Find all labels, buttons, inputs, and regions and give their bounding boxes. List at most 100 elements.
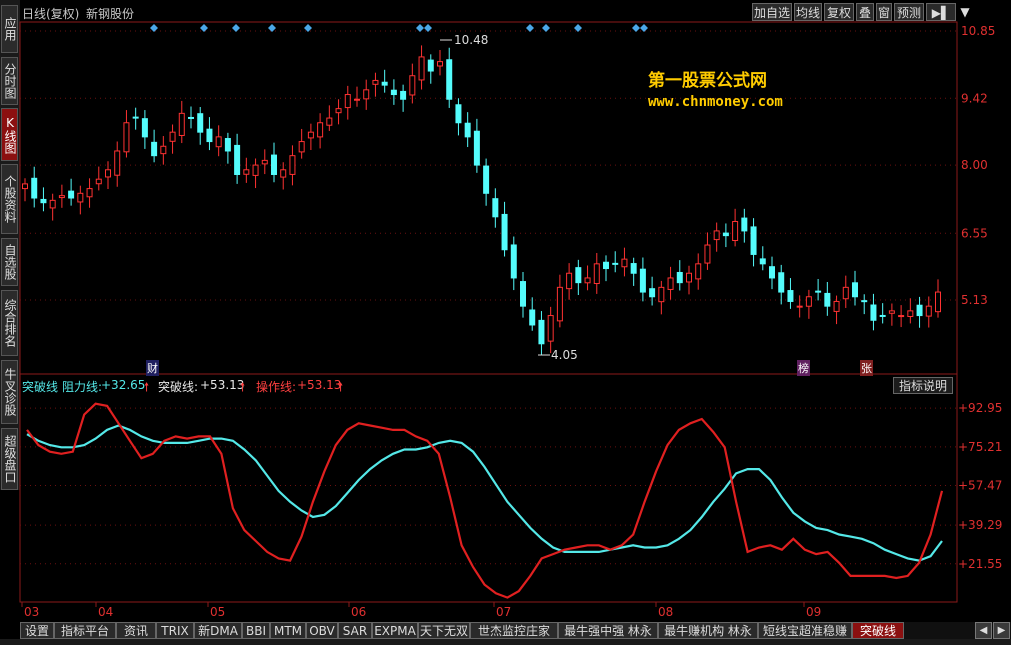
x-axis-tick: 07	[496, 605, 511, 619]
candle	[455, 98, 462, 136]
indicator-tab-1[interactable]: 指标平台	[54, 622, 116, 639]
candle	[713, 222, 720, 252]
candle	[105, 161, 111, 190]
candle	[732, 208, 739, 247]
candle	[215, 125, 222, 157]
candle	[852, 270, 858, 306]
candle	[483, 158, 490, 206]
candlestick-series	[22, 45, 941, 356]
candle	[418, 45, 425, 90]
tabs-scroll-left-button[interactable]: ◀	[975, 622, 992, 639]
diamond-marker	[632, 24, 640, 32]
candle	[649, 276, 656, 306]
candle	[40, 187, 47, 212]
indicator-y-tick: +57.47	[958, 478, 1002, 492]
candle	[547, 306, 554, 354]
candle	[160, 136, 167, 165]
x-axis-tick: 04	[98, 605, 113, 619]
candle	[437, 49, 443, 76]
watermark-url: www.chnmoney.com	[648, 94, 783, 110]
ranking-marker[interactable]: 榜	[797, 360, 810, 376]
candle	[824, 281, 831, 316]
candle	[95, 166, 102, 191]
resistance-value: +32.65	[101, 378, 146, 392]
candle	[224, 132, 231, 164]
indicator-tab-13[interactable]: 最牛赚机构 林永	[658, 622, 758, 639]
x-axis-tick: 05	[210, 605, 225, 619]
operation-label: 操作线:	[256, 380, 297, 394]
finance-marker[interactable]: 财	[146, 360, 159, 376]
indicator-tab-15[interactable]: 突破线	[852, 622, 904, 639]
indicator-tab-11[interactable]: 世杰监控庄家	[470, 622, 558, 639]
indicator-tab-12[interactable]: 最牛强中强 林永	[558, 622, 658, 639]
resistance-arrow-icon: 🠕	[144, 380, 150, 394]
status-bar	[0, 639, 1011, 645]
indicator-tab-3[interactable]: TRIX	[156, 622, 194, 639]
candle	[861, 294, 868, 315]
candle	[326, 105, 333, 131]
candle	[280, 162, 287, 190]
candle	[741, 208, 748, 243]
kline-y-tick: 10.85	[961, 24, 995, 38]
indicator-tab-2[interactable]: 资讯	[116, 622, 156, 639]
candle	[916, 296, 923, 328]
candle	[556, 274, 563, 328]
candle	[722, 223, 729, 248]
candle	[870, 293, 877, 331]
candle	[141, 110, 148, 149]
candle	[510, 236, 517, 291]
x-axis-tick: 03	[24, 605, 39, 619]
indicator-tab-8[interactable]: SAR	[338, 622, 372, 639]
candle	[898, 305, 905, 328]
candle	[307, 123, 314, 150]
indicator-tab-5[interactable]: BBI	[242, 622, 270, 639]
x-axis-tick: 06	[351, 605, 366, 619]
diamond-marker	[542, 24, 550, 32]
candle	[400, 84, 407, 112]
candle	[49, 193, 56, 221]
indicator-tab-7[interactable]: OBV	[306, 622, 338, 639]
caret-right-icon: ▶	[997, 625, 1006, 636]
indicator-tab-4[interactable]: 新DMA	[194, 622, 242, 639]
diamond-marker	[232, 24, 240, 32]
tabs-scroll-right-button[interactable]: ▶	[993, 622, 1010, 639]
candle	[473, 118, 480, 173]
candle	[566, 263, 573, 300]
chart-canvas[interactable]: 10.85 9.42 8.00 6.55 5.13 +92.95 +75.21 +57.47 +…	[0, 0, 1011, 645]
indicator-explain-button[interactable]: 指标说明	[893, 377, 953, 394]
resistance-label: 阻力线:	[62, 380, 103, 394]
candle	[178, 100, 185, 144]
candle	[603, 255, 609, 282]
limit-up-marker[interactable]: 张	[860, 360, 873, 376]
candle	[529, 297, 536, 331]
indicator-tab-0[interactable]: 设置	[20, 622, 54, 639]
candle	[22, 178, 28, 202]
candle	[123, 110, 130, 158]
candle	[234, 133, 241, 184]
candle	[261, 149, 268, 175]
indicator-tab-6[interactable]: MTM	[270, 622, 306, 639]
indicator-tab-9[interactable]: EXPMA	[372, 622, 418, 639]
indicator-tab-14[interactable]: 短线宝超准稳赚	[758, 622, 852, 639]
diamond-marker	[640, 24, 648, 32]
candle	[206, 117, 213, 151]
candle	[612, 251, 619, 273]
candle	[778, 264, 785, 305]
caret-left-icon: ◀	[979, 625, 988, 636]
diamond-marker	[150, 24, 158, 32]
breakout-value: +53.13	[200, 378, 245, 392]
kline-y-tick: 6.55	[961, 226, 988, 240]
indicator-y-tick: +39.29	[958, 518, 1002, 532]
candle	[77, 185, 84, 215]
candle	[815, 278, 822, 301]
indicator-tab-10[interactable]: 天下无双	[418, 622, 470, 639]
candle	[686, 265, 692, 295]
candle	[501, 201, 508, 257]
candle	[575, 259, 582, 296]
breakout-arrow-icon: 🠕	[240, 380, 246, 394]
candle	[492, 188, 499, 228]
candle	[298, 128, 305, 159]
watermark-title: 第一股票公式网	[648, 71, 767, 91]
candle	[769, 256, 775, 290]
x-axis-tick: 08	[658, 605, 673, 619]
